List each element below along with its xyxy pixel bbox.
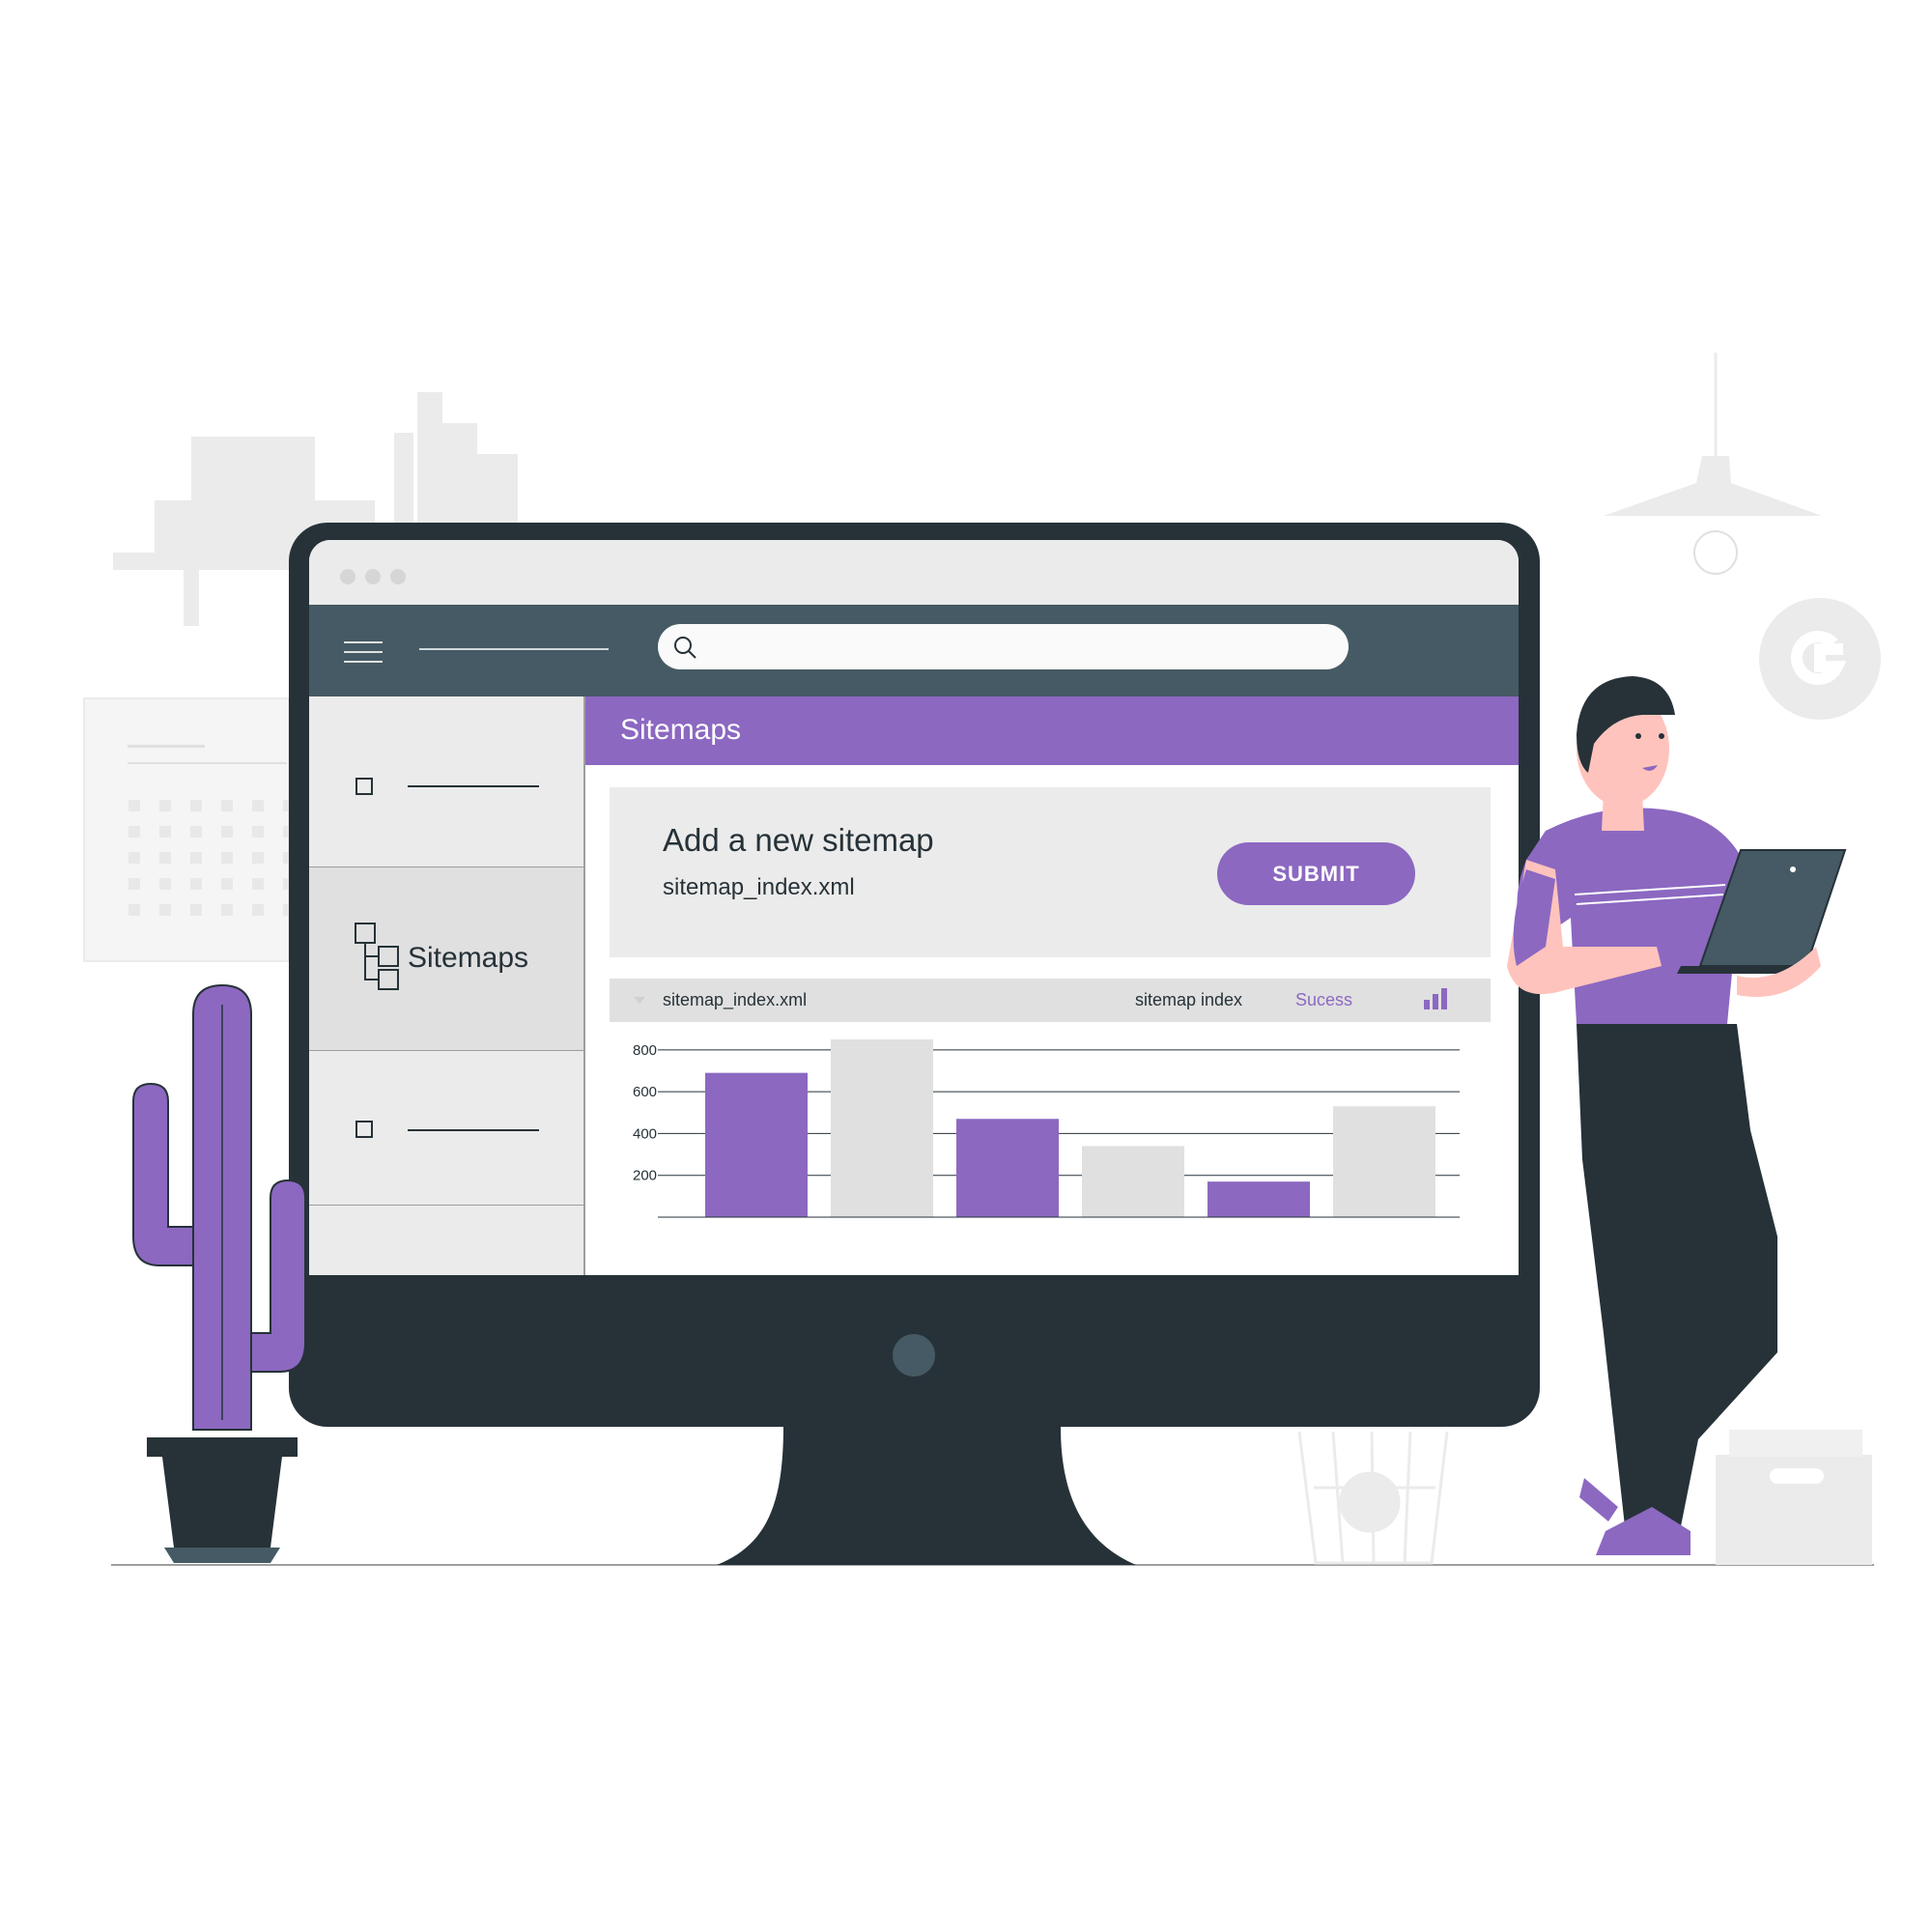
person-illustration bbox=[1507, 676, 1847, 1555]
cactus-illustration bbox=[132, 983, 306, 1563]
